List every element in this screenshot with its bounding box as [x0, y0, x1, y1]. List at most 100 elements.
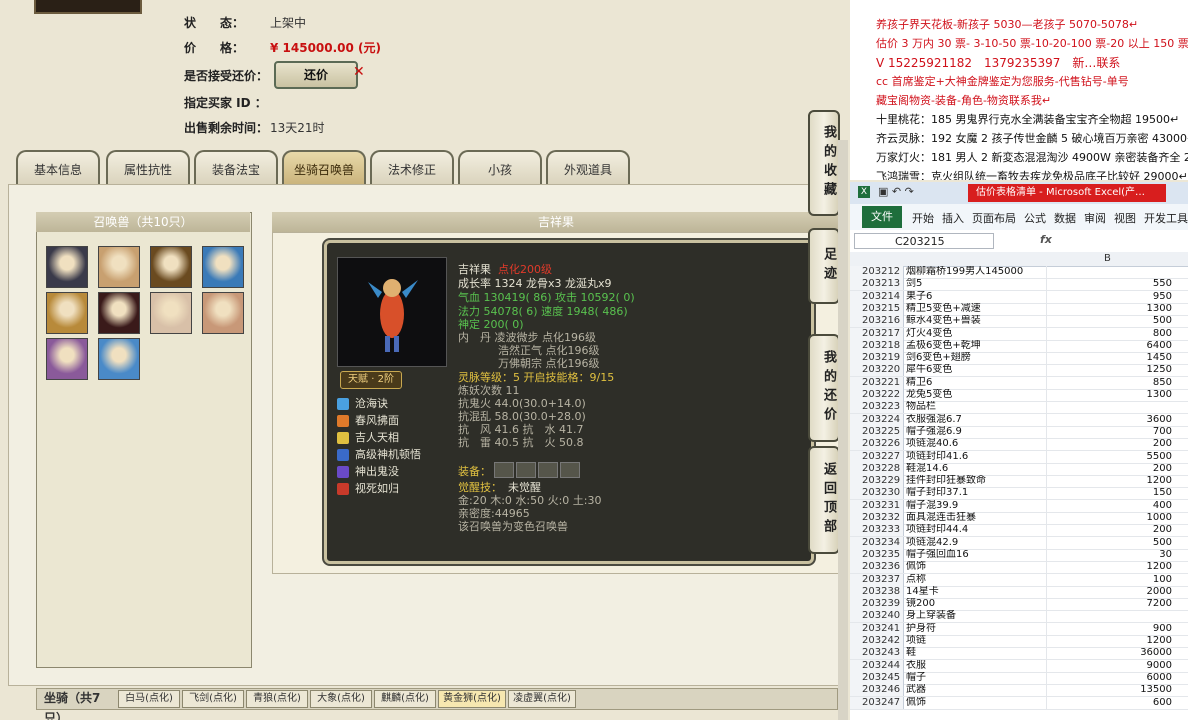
- cell-a[interactable]: 武器: [906, 684, 1047, 697]
- table-row[interactable]: 203225 帽子强混6.9 700: [850, 425, 1188, 439]
- row-number[interactable]: 203241: [850, 622, 904, 635]
- cell-b[interactable]: 7200: [1048, 598, 1172, 610]
- cell-a[interactable]: 项链混40.6: [906, 438, 1047, 451]
- tab-basic-info[interactable]: 基本信息: [16, 150, 100, 186]
- row-number[interactable]: 203229: [850, 475, 904, 488]
- row-number[interactable]: 203215: [850, 302, 904, 315]
- cell-a[interactable]: 衣服: [906, 659, 1047, 672]
- summon-thumb[interactable]: [46, 292, 88, 334]
- cell-b[interactable]: 9000: [1048, 660, 1172, 672]
- row-number[interactable]: 203234: [850, 536, 904, 549]
- cell-b[interactable]: 200: [1048, 438, 1172, 450]
- summon-thumb[interactable]: [202, 246, 244, 288]
- save-icon[interactable]: ▣ ↶ ↷: [878, 185, 914, 198]
- row-number[interactable]: 203231: [850, 499, 904, 512]
- my-counter-offers-button[interactable]: 我的还价: [808, 334, 840, 442]
- file-tab[interactable]: 文件: [862, 206, 902, 228]
- table-row[interactable]: 203242 项链 1200: [850, 635, 1188, 649]
- cell-a[interactable]: 点称: [906, 573, 1047, 586]
- cell-b[interactable]: 550: [1048, 278, 1172, 290]
- row-number[interactable]: 203223: [850, 401, 904, 414]
- cell-b[interactable]: 900: [1048, 623, 1172, 635]
- summon-skill[interactable]: 神出鬼没: [337, 464, 399, 480]
- row-number[interactable]: 203244: [850, 659, 904, 672]
- table-row[interactable]: 203240 身上穿装备: [850, 610, 1188, 624]
- summon-thumb[interactable]: [202, 292, 244, 334]
- row-number[interactable]: 203213: [850, 278, 904, 291]
- cell-a[interactable]: 帽子强混6.9: [906, 425, 1047, 438]
- summon-thumb[interactable]: [98, 292, 140, 334]
- cell-b[interactable]: 30: [1048, 549, 1172, 561]
- fx-icon[interactable]: fx: [1040, 233, 1052, 246]
- table-row[interactable]: 203219 剑6变色+翅膀 1450: [850, 352, 1188, 366]
- tab-child[interactable]: 小孩: [458, 150, 542, 186]
- table-row[interactable]: 203226 项链混40.6 200: [850, 438, 1188, 452]
- cell-b[interactable]: 1200: [1048, 475, 1172, 487]
- table-row[interactable]: 203238 14星卡 2000: [850, 585, 1188, 599]
- cell-a[interactable]: 剑6变色+翅膀: [906, 352, 1047, 365]
- equip-slot[interactable]: [538, 462, 558, 478]
- ribbon-tab[interactable]: 视图: [1114, 210, 1136, 226]
- cell-b[interactable]: 36000: [1048, 647, 1172, 659]
- mount-tab[interactable]: 青狼(点化): [246, 690, 308, 708]
- table-row[interactable]: 203223 物品栏: [850, 401, 1188, 415]
- summon-thumb[interactable]: [150, 246, 192, 288]
- tab-spell-mod[interactable]: 法术修正: [370, 150, 454, 186]
- summon-skill[interactable]: 吉人天相: [337, 430, 399, 446]
- cell-b[interactable]: 1200: [1048, 561, 1172, 573]
- table-row[interactable]: 203224 衣服强混6.7 3600: [850, 413, 1188, 427]
- cell-a[interactable]: 项链混42.9: [906, 536, 1047, 549]
- cell-b[interactable]: 850: [1048, 377, 1172, 389]
- ribbon-tab[interactable]: 数据: [1054, 210, 1076, 226]
- cell-a[interactable]: 项链封印41.6: [906, 450, 1047, 463]
- mount-tab[interactable]: 白马(点化): [118, 690, 180, 708]
- summon-thumb[interactable]: [98, 338, 140, 380]
- cell-b[interactable]: 1000: [1048, 512, 1172, 524]
- table-row[interactable]: 203245 帽子 6000: [850, 671, 1188, 685]
- ribbon-tab[interactable]: 开始: [912, 210, 934, 226]
- table-row[interactable]: 203239 镜200 7200: [850, 598, 1188, 612]
- name-box[interactable]: C203215: [854, 233, 994, 249]
- row-number[interactable]: 203237: [850, 573, 904, 586]
- table-row[interactable]: 203244 衣服 9000: [850, 659, 1188, 673]
- cell-a[interactable]: 帽子混39.9: [906, 499, 1047, 512]
- cell-b[interactable]: 6000: [1048, 672, 1172, 684]
- cell-b[interactable]: 500: [1048, 537, 1172, 549]
- cell-b[interactable]: 600: [1048, 697, 1172, 709]
- row-number[interactable]: 203219: [850, 352, 904, 365]
- summon-thumb[interactable]: [46, 246, 88, 288]
- cell-a[interactable]: 帽子封印37.1: [906, 487, 1047, 500]
- row-number[interactable]: 203227: [850, 450, 904, 463]
- table-row[interactable]: 203232 面具混连击狂暴 1000: [850, 512, 1188, 526]
- cell-b[interactable]: 1300: [1048, 303, 1172, 315]
- cell-a[interactable]: 项链封印44.4: [906, 524, 1047, 537]
- table-row[interactable]: 203230 帽子封印37.1 150: [850, 487, 1188, 501]
- tab-mount-summon[interactable]: 坐骑召唤兽: [282, 150, 366, 186]
- cell-b[interactable]: 200: [1048, 463, 1172, 475]
- row-number[interactable]: 203235: [850, 548, 904, 561]
- cell-b[interactable]: 950: [1048, 291, 1172, 303]
- table-row[interactable]: 203222 龙兔5变色 1300: [850, 389, 1188, 403]
- row-number[interactable]: 203242: [850, 635, 904, 648]
- row-number[interactable]: 203217: [850, 327, 904, 340]
- mount-tab[interactable]: 凌虚翼(点化): [508, 690, 576, 708]
- table-row[interactable]: 203217 灯火4变色 800: [850, 327, 1188, 341]
- cell-a[interactable]: 犀牛6变色: [906, 364, 1047, 377]
- table-row[interactable]: 203220 犀牛6变色 1250: [850, 364, 1188, 378]
- table-row[interactable]: 203215 精卫5变色+减速 1300: [850, 302, 1188, 316]
- table-row[interactable]: 203214 果子6 950: [850, 290, 1188, 304]
- cell-a[interactable]: 烟柳霜桥199男人145000: [906, 266, 1047, 279]
- back-to-top-button[interactable]: 返回顶部: [808, 446, 840, 554]
- counter-offer-button[interactable]: 还价: [274, 61, 358, 89]
- table-row[interactable]: 203236 佩饰 1200: [850, 561, 1188, 575]
- tab-attributes[interactable]: 属性抗性: [106, 150, 190, 186]
- row-number[interactable]: 203224: [850, 413, 904, 426]
- row-number[interactable]: 203240: [850, 610, 904, 623]
- summon-thumb[interactable]: [46, 338, 88, 380]
- table-row[interactable]: 203213 剑5 550: [850, 278, 1188, 292]
- table-row[interactable]: 203243 鞋 36000: [850, 647, 1188, 661]
- equip-slot[interactable]: [560, 462, 580, 478]
- cell-a[interactable]: 14星卡: [906, 585, 1047, 598]
- tab-appearance[interactable]: 外观道具: [546, 150, 630, 186]
- summon-skill[interactable]: 春风拂面: [337, 413, 399, 429]
